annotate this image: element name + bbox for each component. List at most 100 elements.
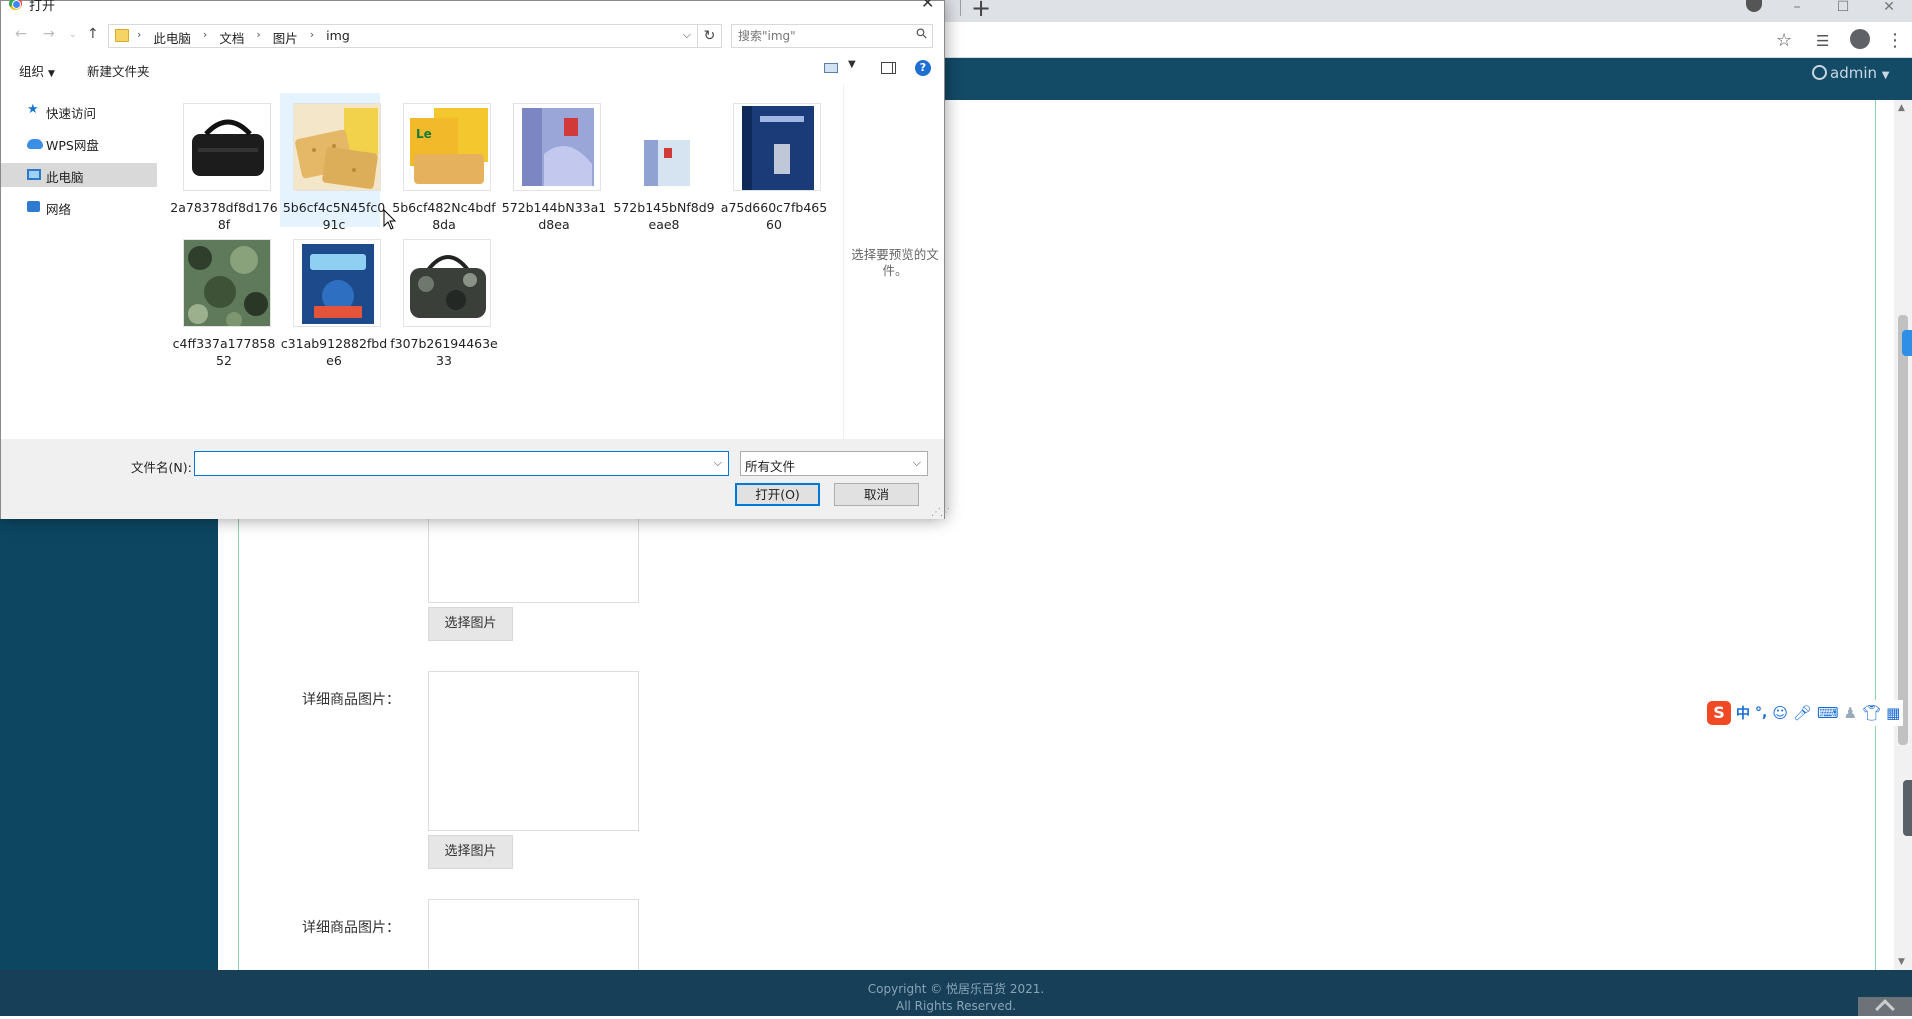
profile-icon[interactable] — [1850, 29, 1870, 49]
select-image-button[interactable]: 选择图片 — [428, 607, 513, 641]
file-thumbnail-book-dark — [733, 103, 821, 191]
up-arrow-icon[interactable]: ↑ — [87, 26, 99, 42]
back-to-top-button[interactable] — [1858, 997, 1912, 1019]
maximize-button[interactable]: ☐ — [1820, 0, 1866, 22]
scroll-up-arrow-icon[interactable]: ▲ — [1898, 103, 1905, 113]
folder-icon — [115, 29, 129, 42]
preview-pane-icon[interactable] — [881, 62, 896, 74]
close-window-button[interactable]: ✕ — [1866, 0, 1912, 22]
file-name: c31ab912882fbde6 — [280, 336, 388, 368]
cloud-icon — [27, 139, 43, 149]
nav-item-wps-cloud[interactable]: WPS网盘 — [1, 131, 157, 155]
forward-arrow-icon[interactable]: → — [43, 26, 55, 42]
resize-grip-icon[interactable]: ⋰⋰ — [931, 507, 950, 518]
filetype-select[interactable]: 所有文件 ⌵ — [740, 451, 928, 476]
filetype-value: 所有文件 — [745, 459, 796, 474]
caret-down-icon: ▼ — [1881, 70, 1890, 81]
detail-image-preview-box — [428, 671, 639, 831]
chevron-down-icon[interactable]: ⌵ — [683, 28, 691, 42]
sogou-logo-icon[interactable]: S — [1707, 701, 1731, 725]
search-box: ⚲ — [731, 24, 933, 48]
file-item[interactable]: 572b145bNf8d9eae8 — [610, 93, 715, 232]
view-mode-icon[interactable] — [824, 63, 838, 73]
breadcrumb-item[interactable]: 图片 — [273, 28, 298, 47]
microphone-icon[interactable]: 🎤︎ — [1793, 704, 1812, 722]
recent-locations-icon[interactable]: ⌄ — [69, 30, 77, 40]
page-footer: Copyright © 悦居乐百货 2021. All Rights Reser… — [0, 970, 1912, 1016]
view-options-caret-icon[interactable]: ▼ — [848, 59, 856, 70]
float-service-tab[interactable] — [1902, 330, 1912, 356]
tab-divider — [960, 0, 961, 16]
file-item[interactable]: c4ff337a17785852 — [170, 229, 275, 368]
file-item[interactable]: Le 5b6cf482Nc4bdf8da — [390, 93, 496, 232]
filename-input[interactable] — [199, 455, 699, 472]
cancel-button[interactable]: 取消 — [834, 483, 919, 506]
minimize-button[interactable]: – — [1774, 0, 1820, 22]
scrollbar-thumb[interactable] — [1898, 315, 1908, 745]
search-icon: ⚲ — [912, 24, 932, 44]
filename-combobox: ⌵ — [194, 451, 729, 476]
file-item[interactable]: c31ab912882fbde6 — [280, 229, 387, 368]
file-thumbnail-book-game — [293, 239, 381, 327]
admin-menu[interactable]: admin ▼ — [1812, 64, 1889, 82]
chevron-right-icon: › — [202, 28, 208, 41]
back-arrow-icon[interactable]: ← — [15, 26, 27, 42]
window-controls: – ☐ ✕ — [1774, 0, 1912, 22]
float-tool-tab[interactable] — [1903, 780, 1912, 836]
caret-down-icon: ▼ — [48, 69, 55, 79]
reading-list-icon[interactable]: ☰ — [1816, 32, 1829, 50]
computer-icon — [27, 169, 41, 180]
admin-label: admin — [1830, 64, 1877, 82]
select-detail-image-button[interactable]: 选择图片 — [428, 835, 513, 869]
ime-toolbar: S 中 °, ☺ 🎤︎ ⌨ ♟ 👕︎ ▦ — [1704, 700, 1904, 726]
open-button[interactable]: 打开(O) — [735, 483, 820, 506]
skin-icon[interactable]: 👕︎ — [1862, 704, 1881, 722]
address-bar[interactable]: › 此电脑 › 文档 › 图片 › img ⌵ — [108, 24, 698, 48]
detail-image-label-2: 详细商品图片： — [302, 920, 400, 936]
image-preview-box — [428, 505, 639, 603]
chrome-icon — [9, 0, 22, 10]
file-item[interactable]: 5b6cf4c5N45fc091c — [280, 93, 385, 232]
dialog-close-button[interactable]: ✕ — [921, 0, 934, 12]
organize-label: 组织 — [19, 64, 45, 79]
file-item[interactable]: f307b26194463e33 — [390, 229, 498, 368]
file-thumbnail-book-blue — [513, 103, 601, 191]
file-item[interactable]: a75d660c7fb46560 — [720, 93, 827, 232]
new-folder-button[interactable]: 新建文件夹 — [87, 61, 150, 80]
file-thumbnail-black-bag — [183, 103, 271, 191]
ime-mode-toggle[interactable]: 中 — [1736, 703, 1750, 723]
star-icon: ★ — [27, 102, 39, 117]
dialog-titlebar[interactable]: 打开 ✕ — [1, 0, 946, 14]
nav-item-network[interactable]: 网络 — [1, 195, 157, 219]
breadcrumb-item[interactable]: 文档 — [219, 28, 244, 47]
file-item[interactable]: 572b144bN33a1d8ea — [500, 93, 606, 232]
nav-item-quick-access[interactable]: ★ 快速访问 — [1, 99, 157, 123]
nav-item-label: 此电脑 — [46, 170, 84, 185]
breadcrumb-item[interactable]: 此电脑 — [153, 28, 191, 47]
help-icon[interactable]: ? — [915, 60, 931, 76]
file-thumbnail-crackers — [293, 103, 381, 191]
user-icon[interactable]: ♟ — [1844, 704, 1857, 722]
refresh-button[interactable]: ↻ — [698, 24, 722, 48]
file-list: 2a78378df8d1768f 5b6cf4c5N45fc091c Le 5b… — [161, 85, 841, 439]
chevron-down-icon: ⌵ — [912, 456, 921, 469]
star-icon[interactable]: ☆ — [1776, 30, 1792, 51]
ime-punct-toggle[interactable]: °, — [1755, 705, 1767, 721]
toolbox-icon[interactable]: ▦ — [1886, 704, 1900, 722]
menu-icon[interactable]: ⋮ — [1886, 30, 1904, 51]
file-item[interactable]: 2a78378df8d1768f — [170, 93, 278, 232]
chevron-down-icon[interactable]: ⌵ — [714, 456, 722, 470]
new-tab-button[interactable]: + — [971, 0, 991, 22]
nav-item-this-pc[interactable]: 此电脑 — [1, 163, 157, 187]
breadcrumb: › 此电脑 › 文档 › 图片 › img — [137, 28, 350, 47]
breadcrumb-item[interactable]: img — [326, 28, 350, 47]
organize-button[interactable]: 组织 ▼ — [19, 61, 55, 80]
preview-pane-message: 选择要预览的文件。 — [851, 247, 939, 278]
search-input[interactable] — [736, 27, 906, 45]
keyboard-icon[interactable]: ⌨ — [1817, 704, 1839, 722]
page-scrollbar[interactable] — [1894, 100, 1912, 970]
file-open-dialog: 打开 ✕ ← → ⌄ ↑ › 此电脑 › 文档 › 图片 › img ⌵ ↻ ⚲ — [0, 0, 950, 519]
scroll-down-arrow-icon[interactable]: ▼ — [1898, 957, 1905, 967]
command-bar: 组织 ▼ 新建文件夹 ▼ ? — [1, 53, 944, 83]
emoji-icon[interactable]: ☺ — [1772, 704, 1788, 722]
